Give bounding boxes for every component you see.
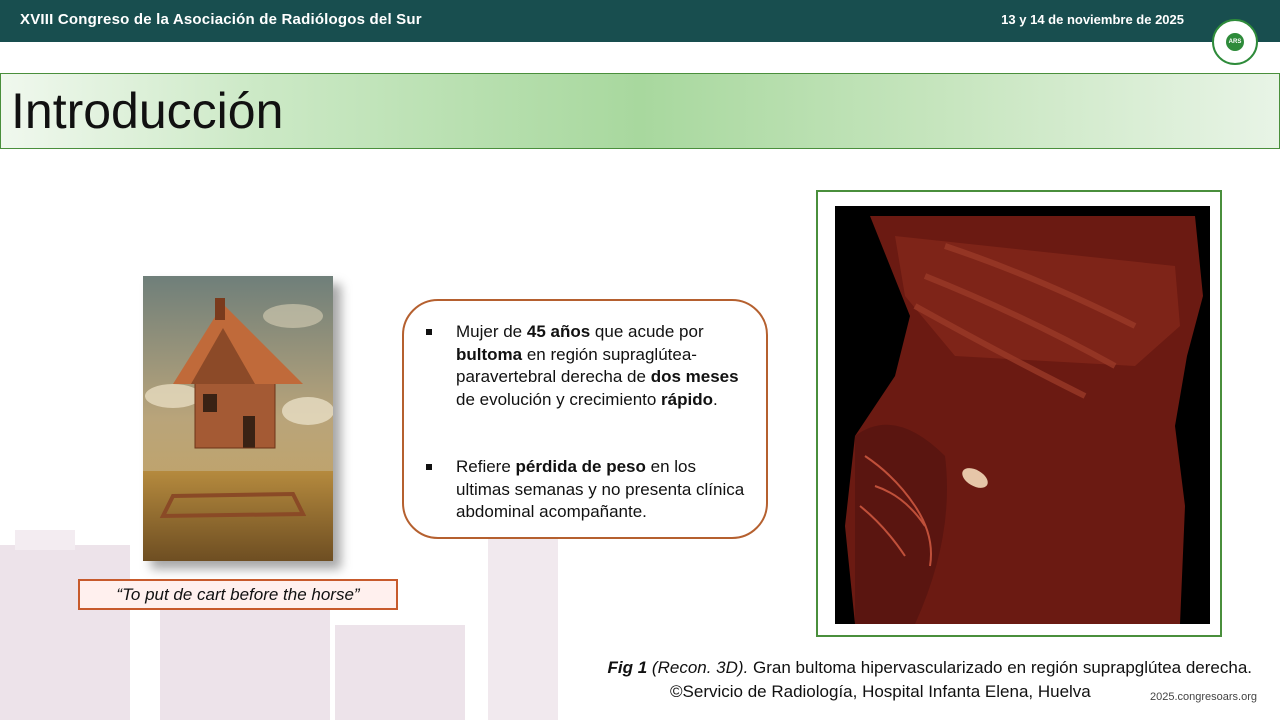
bullet-segment: de evolución y crecimiento	[456, 389, 662, 409]
top-banner: XVIII Congreso de la Asociación de Radió…	[0, 0, 1280, 42]
title-band: Introducción	[0, 73, 1280, 149]
website-link[interactable]: 2025.congresoars.org	[1150, 691, 1257, 703]
event-date: 13 y 14 de noviembre de 2025	[1001, 12, 1184, 27]
bullet-highlight: bultoma	[456, 344, 523, 364]
figure-credit: ©Servicio de Radiología, Hospital Infant…	[670, 682, 1091, 701]
case-summary-box: Mujer de 45 años que acude por bultoma e…	[402, 299, 768, 539]
background-tower	[488, 520, 558, 720]
bullet-highlight: 45 años	[526, 322, 591, 341]
event-title: XVIII Congreso de la Asociación de Radió…	[20, 11, 422, 28]
bullet-square-icon	[426, 329, 432, 335]
bullet-text: Mujer de 45 años que acude por bultoma e…	[456, 322, 739, 409]
ct-3d-reconstruction-image	[835, 206, 1210, 624]
bullet-patient-presentation: Mujer de 45 años que acude por bultoma e…	[426, 321, 751, 411]
background-tower	[15, 530, 75, 550]
ct-reconstruction-icon	[835, 206, 1210, 624]
figure-frame	[816, 190, 1222, 637]
background-tower	[335, 625, 465, 720]
bullet-segment: Refiere	[456, 457, 516, 476]
bullet-square-icon	[426, 464, 432, 470]
bullet-highlight: dos meses	[650, 367, 739, 386]
ars-logo: ARS	[1212, 19, 1258, 65]
figure-caption: Fig 1 (Recon. 3D). Gran bultoma hipervas…	[608, 658, 1252, 678]
bullet-segment: Mujer de	[456, 322, 527, 341]
background-tower	[0, 545, 130, 720]
bullet-highlight: rápido	[661, 389, 713, 409]
caption-text: Gran bultoma hipervascularizado en regió…	[748, 658, 1252, 677]
bullet-text: Refiere pérdida de peso en los ultimas s…	[456, 457, 744, 521]
slide-title: Introducción	[11, 83, 284, 139]
bullet-segment: que acude por	[590, 322, 704, 341]
quote-caption: “To put de cart before the horse”	[78, 579, 398, 610]
floating-house-icon	[143, 276, 334, 561]
caption-label: Fig 1	[607, 658, 648, 677]
logo-mark: ARS	[1226, 33, 1244, 51]
bullet-weight-loss: Refiere pérdida de peso en los ultimas s…	[426, 456, 751, 524]
bullet-segment: .	[713, 389, 718, 409]
bullet-highlight: pérdida de peso	[515, 457, 646, 476]
caption-method: (Recon. 3D).	[647, 658, 749, 677]
background-tower	[160, 605, 330, 720]
floating-house-painting	[143, 276, 334, 561]
